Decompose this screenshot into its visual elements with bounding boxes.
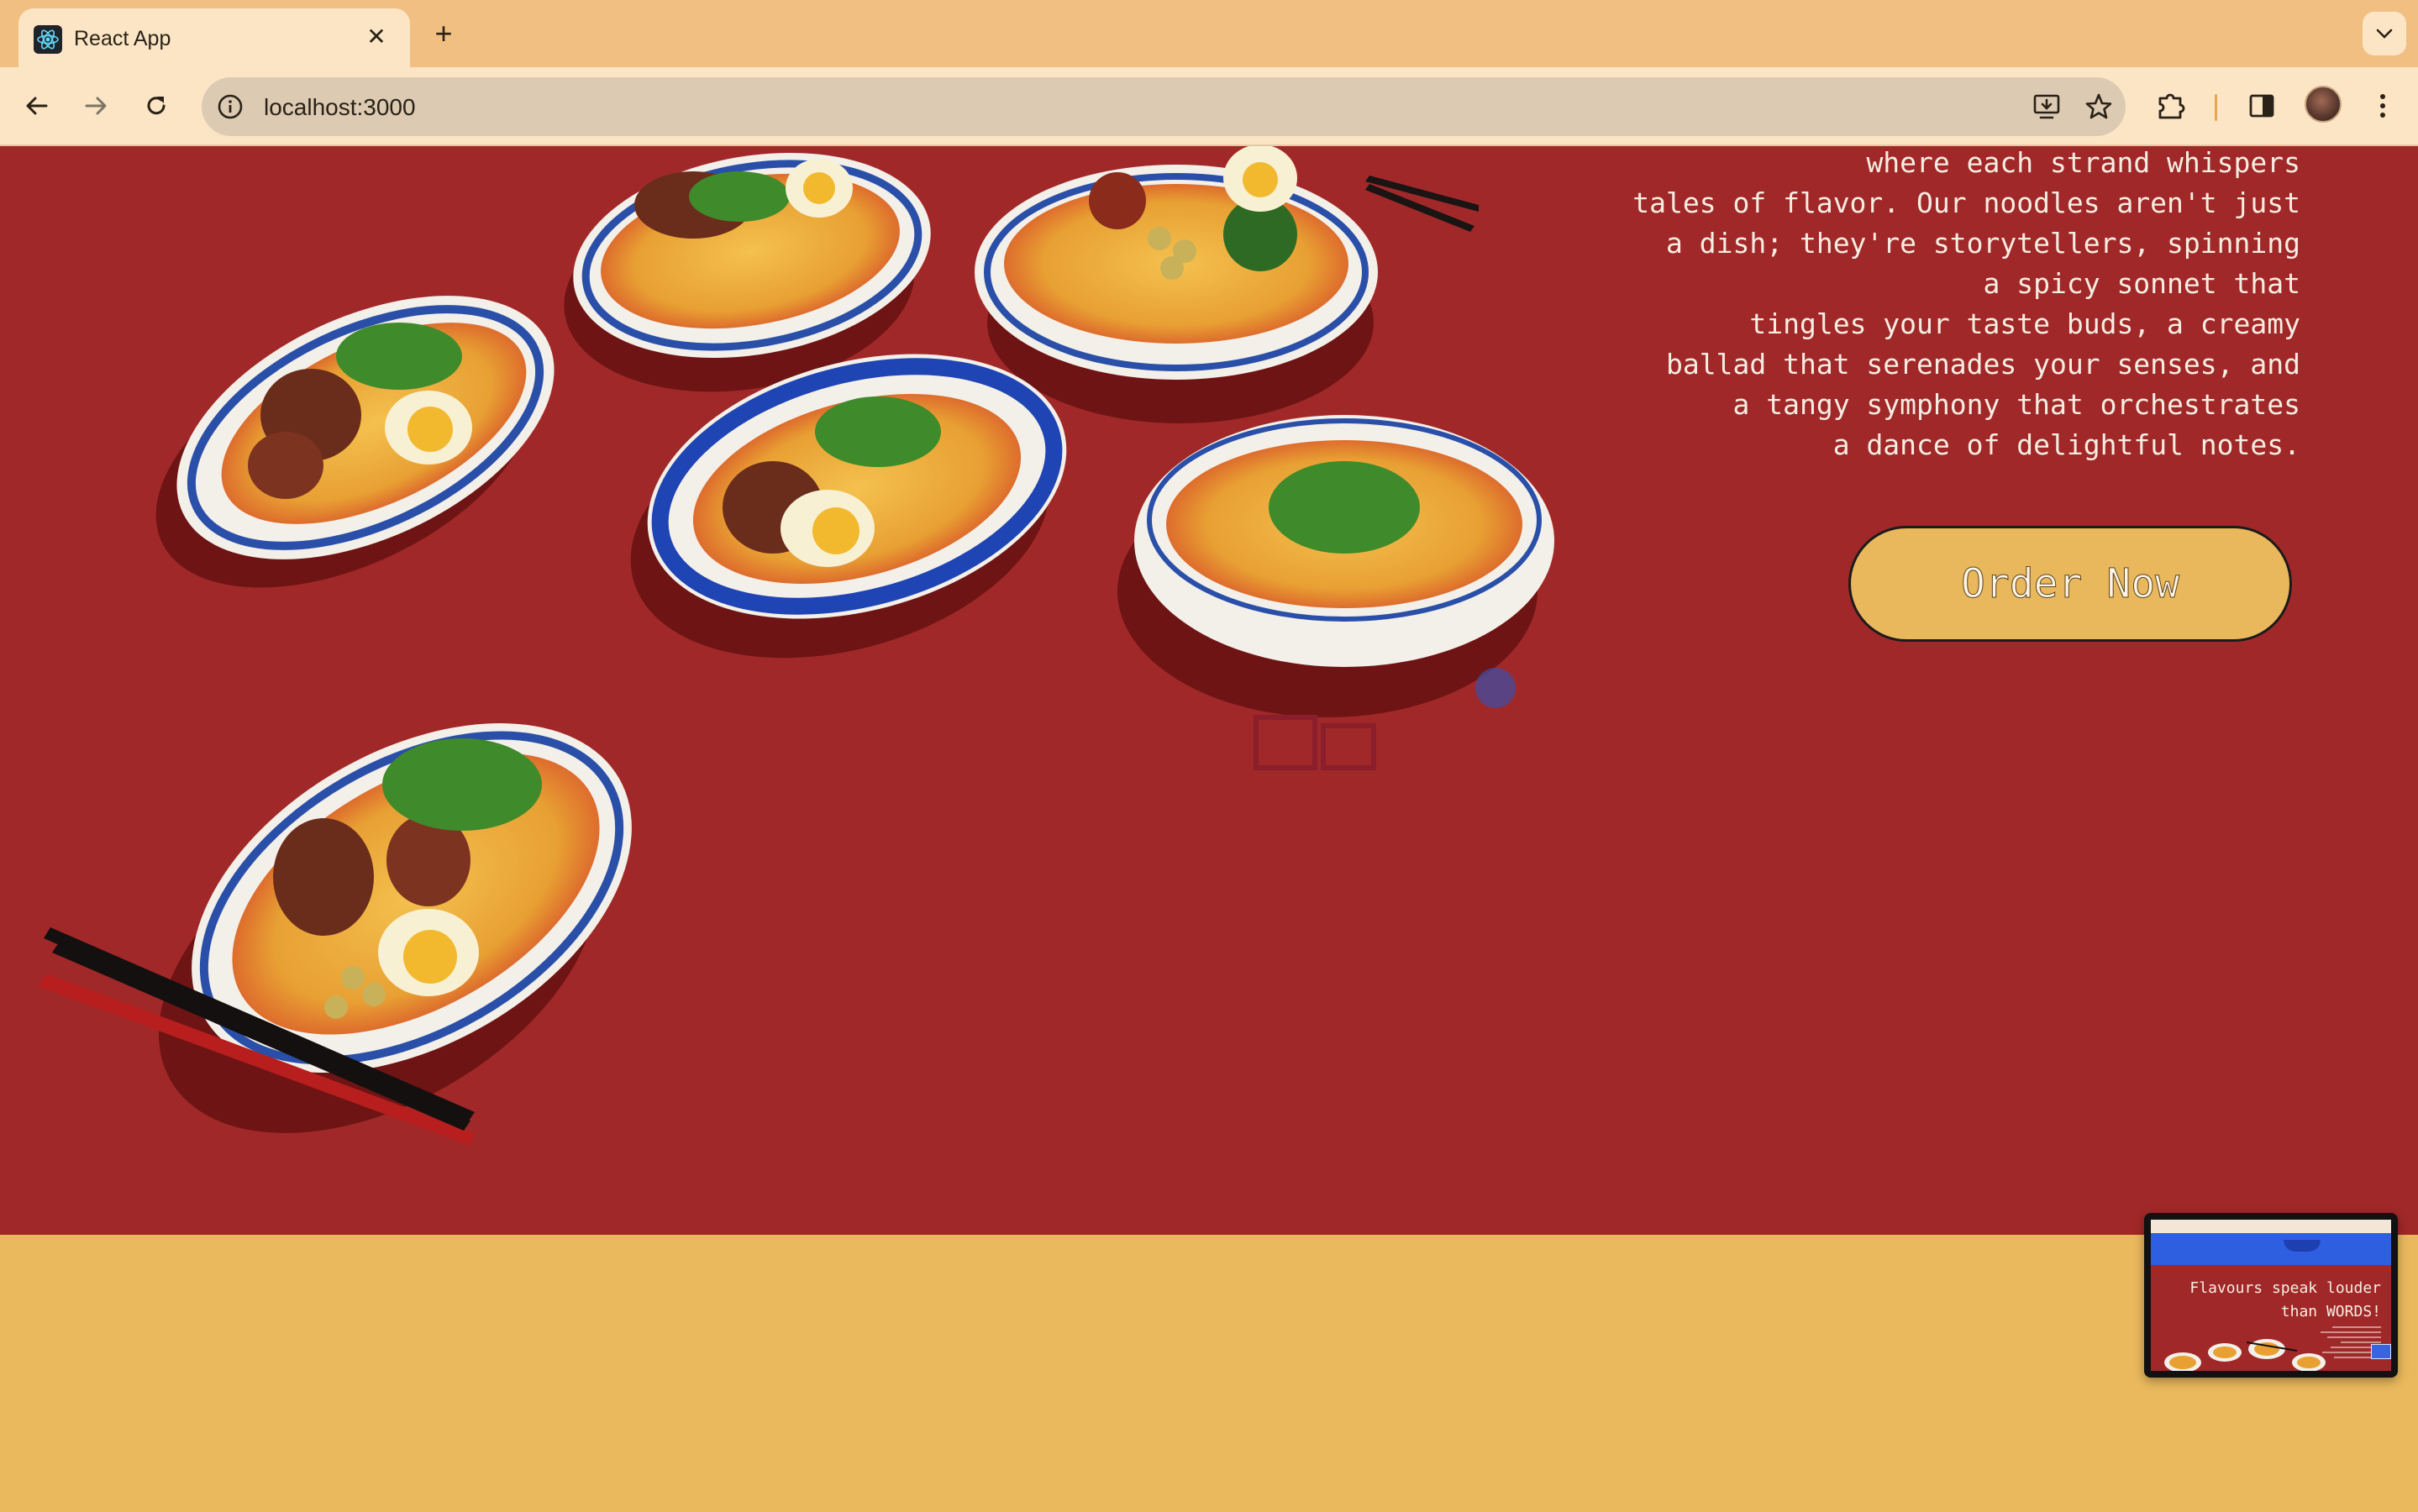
pip-header-band: [2151, 1233, 2391, 1265]
page-content: where each strand whispers tales of flav…: [0, 146, 2418, 1512]
description-line: where each strand whispers: [1866, 146, 2300, 179]
react-logo-icon: [34, 25, 62, 54]
footer-band: [0, 1235, 2418, 1512]
address-url[interactable]: localhost:3000: [264, 94, 416, 121]
more-menu-icon[interactable]: [2361, 84, 2405, 128]
noodle-bowl-2: [975, 146, 1479, 423]
noodle-bowls-image: [38, 146, 1554, 1146]
picture-in-picture-preview[interactable]: Flavours speak louder than WORDS!: [2144, 1213, 2398, 1378]
back-arrow-icon[interactable]: [15, 84, 59, 128]
browser-tab-active[interactable]: React App ✕: [18, 8, 410, 67]
order-now-button[interactable]: Order Now: [1848, 526, 2292, 642]
noodle-bowl-5: [1117, 415, 1554, 770]
side-panel-icon[interactable]: [2240, 84, 2284, 128]
browser-tab-strip: React App ✕ +: [0, 0, 2418, 67]
hero-section: where each strand whispers tales of flav…: [0, 146, 2418, 1235]
description-line: a dish; they're storytellers, spinning: [1666, 227, 2300, 260]
pip-headline: Flavours speak louder than WORDS!: [2154, 1277, 2381, 1324]
description-line: a dance of delightful notes.: [1832, 428, 2300, 461]
pip-order-button: [2371, 1344, 2391, 1359]
description-line: a spicy sonnet that: [1983, 267, 2301, 300]
noodle-bowl-3: [155, 296, 555, 588]
pip-browser-chrome: [2151, 1220, 2391, 1233]
forward-arrow-icon[interactable]: [74, 84, 118, 128]
tab-search-chevron-icon[interactable]: [2363, 12, 2406, 55]
new-tab-plus-icon[interactable]: +: [427, 15, 460, 52]
pip-bowls-image: [2164, 1339, 2326, 1371]
extensions-puzzle-icon[interactable]: [2149, 84, 2193, 128]
noodle-bowl-6: [38, 722, 632, 1146]
description-line: tingles your taste buds, a creamy: [1749, 307, 2300, 340]
pip-headline-line: than WORDS!: [2280, 1303, 2381, 1320]
pip-screen: Flavours speak louder than WORDS!: [2151, 1220, 2391, 1371]
bookmark-star-icon[interactable]: [2082, 90, 2116, 123]
toolbar-separator: [2215, 94, 2217, 121]
profile-avatar[interactable]: [2305, 86, 2342, 123]
description-line: tales of flavor. Our noodles aren't just: [1632, 186, 2300, 219]
close-icon[interactable]: ✕: [360, 20, 393, 54]
browser-toolbar: localhost:3000: [0, 67, 2418, 146]
hero-description: where each strand whispers tales of flav…: [1544, 146, 2300, 465]
address-bar[interactable]: localhost:3000: [202, 77, 2126, 136]
pip-headline-line: Flavours speak louder: [2189, 1279, 2381, 1297]
site-info-icon[interactable]: [215, 92, 245, 122]
install-app-icon[interactable]: [2030, 90, 2063, 123]
reload-icon[interactable]: [134, 84, 178, 128]
description-line: ballad that serenades your senses, and: [1666, 348, 2300, 381]
description-line: a tangy symphony that orchestrates: [1732, 388, 2300, 421]
tab-title: React App: [74, 27, 171, 50]
